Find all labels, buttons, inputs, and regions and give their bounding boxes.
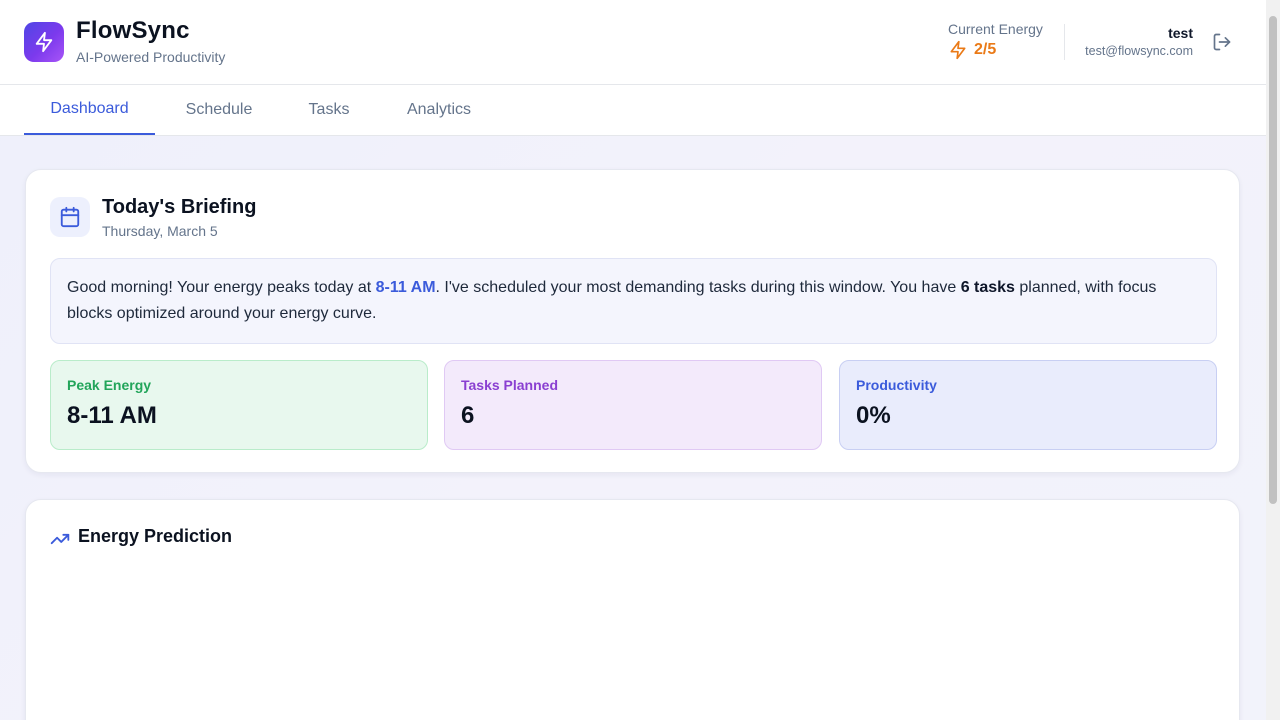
message-part-2: . I've scheduled your most demanding tas…: [435, 279, 961, 296]
user-email: test@flowsync.com: [1085, 44, 1193, 58]
current-energy-value: 2/5: [974, 41, 997, 58]
stat-value: 0%: [856, 402, 891, 429]
stat-label: Peak Energy: [67, 377, 152, 393]
tab-tasks[interactable]: Tasks: [290, 85, 368, 135]
stat-value: 8-11 AM: [67, 402, 157, 429]
briefing-title: Today's Briefing: [102, 196, 257, 218]
main-tabs: Dashboard Schedule Tasks Analytics: [0, 85, 1266, 136]
stat-value: 6: [461, 402, 475, 429]
energy-lightning-icon: [950, 40, 966, 60]
user-info: test test@flowsync.com: [1085, 25, 1193, 58]
logo: [24, 22, 64, 62]
calendar-icon-box: [50, 197, 90, 237]
header-divider: [1064, 24, 1065, 60]
current-energy-label: Current Energy: [948, 21, 1043, 37]
stat-label: Productivity: [856, 377, 937, 393]
lightning-icon: [35, 31, 53, 53]
briefing-message: Good morning! Your energy peaks today at…: [50, 258, 1217, 344]
current-energy: Current Energy 2/5: [948, 21, 1043, 60]
stat-label: Tasks Planned: [461, 377, 559, 393]
message-part-1: Good morning! Your energy peaks today at: [67, 279, 376, 296]
stat-peak-energy: Peak Energy 8-11 AM: [50, 360, 428, 450]
app-header: FlowSync AI-Powered Productivity Current…: [0, 0, 1266, 85]
user-name: test: [1168, 25, 1193, 41]
app-subtitle: AI-Powered Productivity: [76, 49, 226, 65]
tab-schedule[interactable]: Schedule: [166, 85, 272, 135]
page-scrollbar[interactable]: [1266, 0, 1280, 720]
scrollbar-thumb[interactable]: [1269, 16, 1277, 504]
stat-tasks-planned: Tasks Planned 6: [444, 360, 822, 450]
tab-analytics[interactable]: Analytics: [386, 85, 492, 135]
calendar-icon: [60, 206, 80, 228]
stat-productivity: Productivity 0%: [839, 360, 1217, 450]
message-peak-time: 8-11 AM: [375, 279, 436, 296]
trending-up-icon: [50, 533, 70, 545]
message-task-count: 6 tasks: [960, 279, 1015, 296]
logout-icon: [1213, 33, 1231, 51]
energy-prediction-title: Energy Prediction: [78, 526, 233, 546]
briefing-date: Thursday, March 5: [102, 223, 218, 239]
tab-dashboard[interactable]: Dashboard: [24, 85, 155, 135]
logout-button[interactable]: [1210, 30, 1234, 54]
energy-prediction-card: Energy Prediction: [25, 499, 1240, 720]
briefing-card: Today's Briefing Thursday, March 5 Good …: [25, 169, 1240, 473]
app-title: FlowSync: [76, 17, 190, 44]
